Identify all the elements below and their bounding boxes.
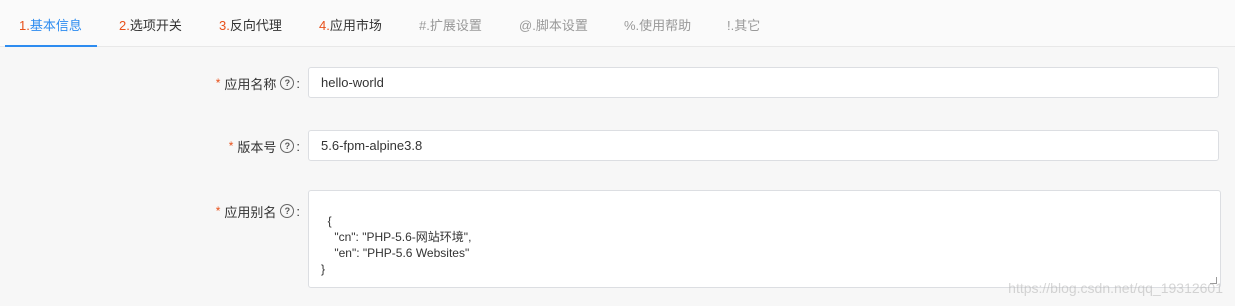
tab-reverse-proxy[interactable]: 3.反向代理 [219, 0, 282, 46]
version-input[interactable] [308, 130, 1219, 161]
app-name-label: 应用名称 [224, 76, 277, 92]
tab-bar: 1.基本信息 2.选项开关 3.反向代理 4.应用市场 #.扩展设置 @.脚本设… [0, 0, 1235, 47]
version-label-row: * 版本号 ? : [150, 137, 300, 155]
alias-label: 应用别名 [224, 204, 277, 220]
tab-basic-info[interactable]: 1.基本信息 [5, 0, 97, 47]
label-colon: : [296, 138, 300, 154]
tab-help[interactable]: %.使用帮助 [624, 0, 691, 46]
app-name-input[interactable] [308, 67, 1219, 98]
version-label: 版本号 [237, 139, 277, 155]
tab-scripts[interactable]: @.脚本设置 [519, 0, 588, 46]
tab-extensions[interactable]: #.扩展设置 [419, 0, 482, 46]
label-colon: : [296, 203, 300, 219]
alias-textarea-content: { "cn": "PHP-5.6-网站环境", "en": "PHP-5.6 W… [321, 214, 472, 276]
help-icon[interactable]: ? [280, 139, 295, 153]
alias-label-row: * 应用别名 ? : [150, 202, 300, 220]
tab-app-market[interactable]: 4.应用市场 [319, 0, 382, 46]
alias-textarea[interactable]: { "cn": "PHP-5.6-网站环境", "en": "PHP-5.6 W… [308, 190, 1221, 288]
required-mark: * [228, 139, 234, 153]
help-icon[interactable]: ? [280, 76, 295, 90]
required-mark: * [215, 76, 221, 90]
tab-other[interactable]: !.其它 [727, 0, 760, 46]
tab-options[interactable]: 2.选项开关 [119, 0, 182, 46]
app-name-label-row: * 应用名称 ? : [150, 74, 300, 92]
required-mark: * [215, 204, 221, 218]
help-icon[interactable]: ? [280, 204, 295, 218]
label-colon: : [296, 75, 300, 91]
watermark: https://blog.csdn.net/qq_19312601 [1008, 280, 1223, 296]
